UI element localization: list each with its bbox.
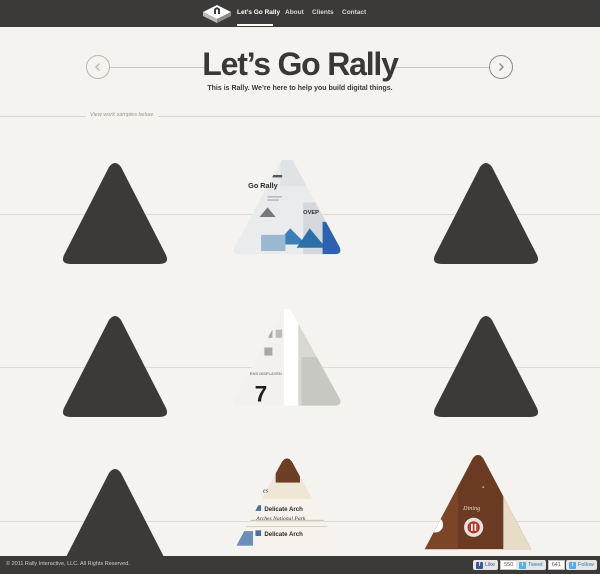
tweet-label: Tweet xyxy=(528,562,543,568)
facebook-icon: f xyxy=(476,561,483,569)
facebook-like-widget[interactable]: f Like 550 xyxy=(473,559,518,571)
thumbnail-2-number: 7 xyxy=(255,382,268,407)
follow-label: Follow xyxy=(578,562,594,568)
thumbnail-3-item-2: Delicate Arch xyxy=(264,532,303,538)
work-sample-thumbnail-1[interactable]: Go Rally OVEP xyxy=(232,160,342,266)
work-sample-triangle[interactable] xyxy=(60,160,170,266)
work-sample-triangle[interactable] xyxy=(60,466,170,556)
rally-logo-icon[interactable] xyxy=(202,4,232,24)
work-sample-thumbnail-4[interactable]: Dining xyxy=(423,448,533,556)
twitter-bird-icon: t xyxy=(569,561,576,569)
copyright-text: © 2011 Rally Interactive, LLC. All Right… xyxy=(6,561,130,567)
thumbnail-3-partial: es xyxy=(263,487,269,494)
nav-home-link[interactable]: Let’s Go Rally xyxy=(237,9,280,16)
chevron-left-icon xyxy=(95,63,100,71)
samples-label: View work samples below. xyxy=(86,112,159,118)
thumbnail-3-item-1: Delicate Arch xyxy=(264,507,303,513)
prev-button[interactable] xyxy=(86,55,110,79)
facebook-like-button[interactable]: f Like xyxy=(473,560,499,570)
like-label: Like xyxy=(485,562,496,568)
follow-button[interactable]: t Follow xyxy=(566,560,597,570)
tweet-button[interactable]: t Tweet xyxy=(516,560,546,570)
work-sample-triangle[interactable] xyxy=(431,313,541,419)
nav-clients-link[interactable]: Clients xyxy=(312,9,334,16)
tweet-count: 641 xyxy=(547,560,565,570)
next-button[interactable] xyxy=(489,55,513,79)
work-sample-triangle[interactable] xyxy=(60,313,170,419)
nav-active-indicator xyxy=(237,24,273,26)
like-count: 550 xyxy=(500,560,518,570)
thumbnail-3-subtitle: Arches National Park xyxy=(255,516,306,522)
work-sample-thumbnail-3[interactable]: es Delicate Arch Arches National Park De… xyxy=(232,448,342,556)
thumbnail-1-tag: OVEP xyxy=(303,210,319,216)
thumbnail-1-heading: Go Rally xyxy=(248,181,277,190)
thumbnail-2-caption: ENS DISPLAYED xyxy=(250,371,282,376)
footer: © 2011 Rally Interactive, LLC. All Right… xyxy=(0,556,600,574)
page-subtitle: This is Rally. We’re here to help you bu… xyxy=(207,85,393,92)
thumbnail-4-label: Dining xyxy=(462,506,480,512)
work-sample-thumbnail-2[interactable]: ENS DISPLAYED 7 xyxy=(232,297,342,419)
top-nav-bar: Let’s Go Rally About Clients Contact xyxy=(0,0,600,27)
nav-contact-link[interactable]: Contact xyxy=(342,9,366,16)
work-sample-triangle[interactable] xyxy=(431,160,541,266)
page-title: Let’s Go Rally xyxy=(202,46,399,82)
tweet-widget[interactable]: t Tweet 641 xyxy=(516,559,565,571)
twitter-bird-icon: t xyxy=(519,561,526,569)
nav-about-link[interactable]: About xyxy=(285,9,304,16)
chevron-right-icon xyxy=(499,63,504,71)
follow-widget[interactable]: t Follow xyxy=(566,559,597,571)
